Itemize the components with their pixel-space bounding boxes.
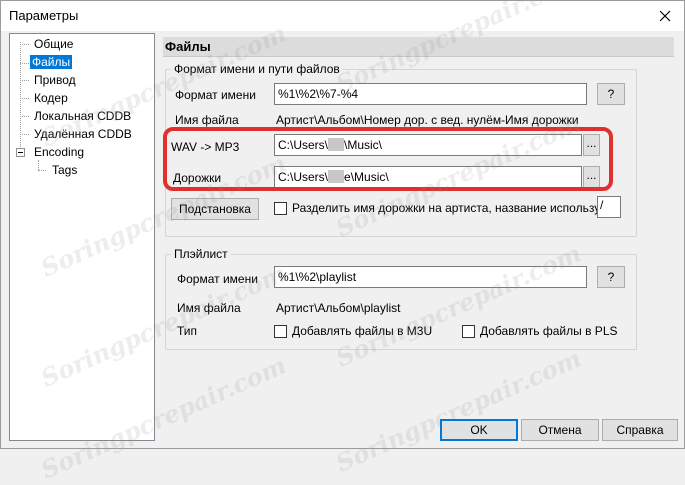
window-title: Параметры — [9, 8, 79, 23]
tree-connector — [38, 170, 46, 171]
tree-item-label: Tags — [52, 163, 78, 177]
tree-connector — [38, 160, 39, 170]
tree-connector — [20, 116, 29, 117]
collapse-icon[interactable] — [16, 148, 25, 157]
help-button[interactable]: Справка — [602, 419, 678, 441]
cancel-button[interactable]: Отмена — [521, 419, 599, 441]
tree-item-label: Файлы — [30, 55, 73, 69]
close-button[interactable] — [652, 5, 678, 27]
tree-connector — [20, 63, 29, 64]
tree-connector — [20, 44, 29, 45]
playlist-group-title: Плэйлист — [171, 247, 231, 261]
tree-item-label: Общие — [34, 37, 74, 51]
tree-item-label: Привод — [34, 73, 76, 87]
tree-connector — [20, 134, 29, 135]
tree-item-encoder[interactable]: Кодер — [32, 90, 70, 107]
watermark: Soringpcrepair.com — [331, 343, 586, 478]
tree-connector — [20, 98, 29, 99]
playlist-help-button[interactable]: ? — [597, 266, 625, 288]
settings-window: Параметры Общие Файлы Привод Кодер Локал… — [0, 0, 685, 485]
pls-checkbox[interactable] — [462, 325, 475, 338]
tree-item-tags[interactable]: Tags — [50, 162, 79, 179]
tree-item-drive[interactable]: Привод — [32, 72, 78, 89]
tree-item-general[interactable]: Общие — [32, 36, 75, 53]
name-format-help-button[interactable]: ? — [597, 83, 625, 105]
close-icon — [659, 10, 671, 22]
ok-button[interactable]: OK — [440, 419, 518, 441]
name-format-input[interactable]: %1\%2\%7-%4 — [274, 83, 587, 105]
split-track-name-checkbox[interactable] — [274, 202, 287, 215]
pls-label: Добавлять файлы в PLS — [480, 324, 618, 338]
playlist-filename-preview: Артист\Альбом\playlist — [276, 301, 401, 315]
m3u-checkbox[interactable] — [274, 325, 287, 338]
tree-item-files[interactable]: Файлы — [30, 54, 73, 71]
tree-item-label: Кодер — [34, 91, 68, 105]
split-separator-input[interactable]: / — [597, 196, 621, 218]
title-bar: Параметры — [1, 1, 684, 31]
filename-label: Имя файла — [175, 113, 239, 127]
tree-connector — [20, 80, 29, 81]
